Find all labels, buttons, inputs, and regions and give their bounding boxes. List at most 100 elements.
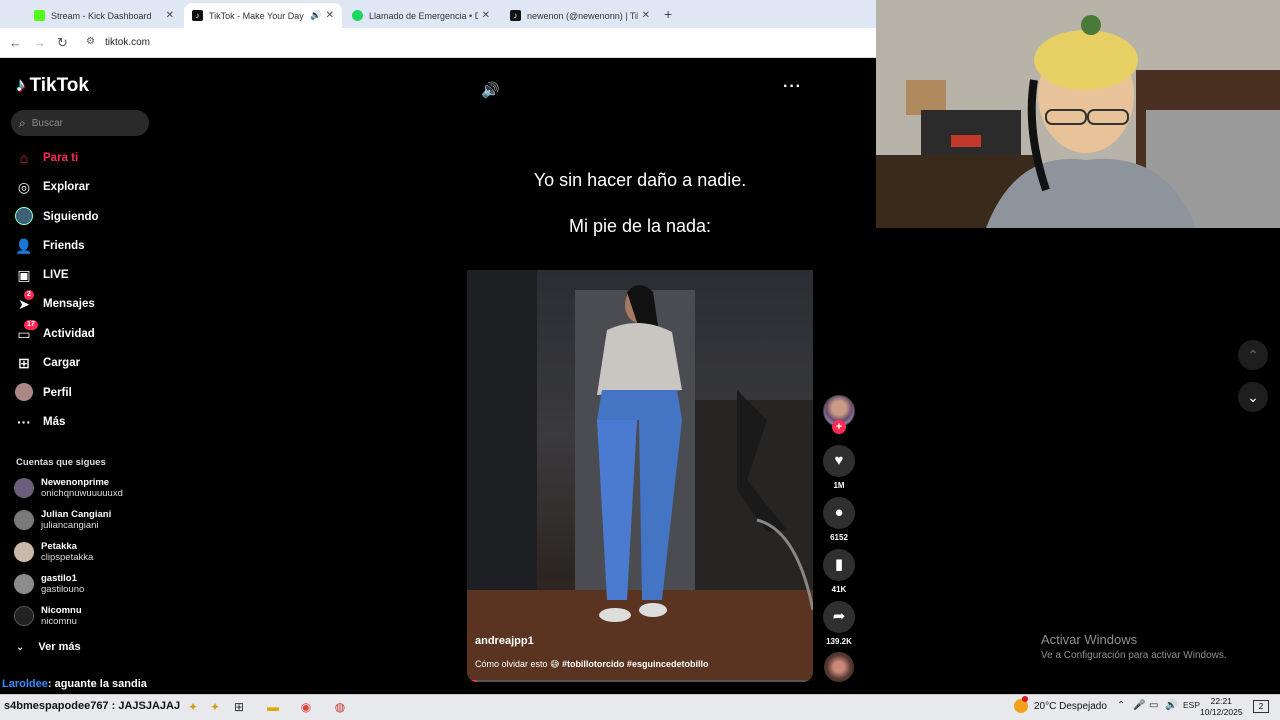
home-icon: ⌂ xyxy=(19,150,29,166)
account-name: Julian Cangiani xyxy=(41,509,112,520)
task-view-icon[interactable]: ⊞ xyxy=(230,699,248,715)
video-caption-line2: Mi pie de la nada: xyxy=(568,216,712,236)
nav-explorar[interactable]: ◎ Explorar xyxy=(14,176,90,198)
webcam-scene-illustration xyxy=(876,0,1280,228)
following-account[interactable]: Petakka clipspetakka xyxy=(14,541,93,563)
volume-icon[interactable]: 🔊 xyxy=(481,81,500,99)
progress-fill xyxy=(467,680,478,682)
nav-label: Mensajes xyxy=(43,298,95,310)
account-handle: onichqnuwuuuuuxd xyxy=(41,488,123,499)
account-handle: clipspetakka xyxy=(41,552,94,563)
weather-text: 20°C Despejado xyxy=(1034,700,1107,712)
language-indicator[interactable]: ESP xyxy=(1183,700,1200,710)
more-dots-icon: ··· xyxy=(17,414,31,430)
nav-friends[interactable]: 👤 Friends xyxy=(14,235,85,257)
close-tab-icon[interactable]: ✕ xyxy=(482,10,490,21)
nav-mensajes[interactable]: ➤ 2 Mensajes xyxy=(14,289,95,315)
nav-para-ti[interactable]: ⌂ Para ti xyxy=(14,147,78,169)
live-icon: ▣ xyxy=(17,266,31,283)
following-account[interactable]: Newenonprime onichqnuwuuuuuxd xyxy=(14,477,123,499)
nav-label: Más xyxy=(43,416,66,428)
compass-icon: ◎ xyxy=(17,178,31,195)
hashtags[interactable]: #tobillotorcido #esguincedetobillo xyxy=(562,659,709,669)
see-more-button[interactable]: ⌄ Ver más xyxy=(16,641,81,653)
avatar xyxy=(14,478,34,498)
speaker-icon[interactable]: 🔊 xyxy=(1165,700,1177,711)
forward-icon[interactable]: → xyxy=(33,35,46,50)
avatar xyxy=(14,510,34,530)
weather-widget[interactable]: 20°C Despejado xyxy=(1014,696,1107,713)
account-name: Nicomnu xyxy=(41,605,82,616)
music-disc-icon[interactable] xyxy=(824,652,854,682)
watermark-subtitle: Ve a Configuración para activar Windows. xyxy=(1041,650,1227,661)
file-explorer-icon[interactable]: ▬ xyxy=(264,699,282,715)
obs-icon[interactable]: ◍ xyxy=(331,699,349,715)
clock-date: 10/12/2025 xyxy=(1200,707,1243,717)
video-player[interactable]: Yo sin hacer daño a nadie. Mi pie de la … xyxy=(467,130,813,682)
taskbar-app-icon[interactable]: ✦ xyxy=(184,699,202,715)
nav-label: Para ti xyxy=(43,152,79,164)
following-account[interactable]: Nicomnu nicomnu xyxy=(14,605,82,627)
video-progress-bar[interactable] xyxy=(467,680,813,682)
activity-badge: 17 xyxy=(24,319,38,330)
video-author[interactable]: andreajpp1 xyxy=(475,635,534,647)
nav-live[interactable]: ▣ LIVE xyxy=(14,264,68,286)
weather-sun-icon xyxy=(1014,696,1028,713)
save-button[interactable]: ▮ xyxy=(823,549,855,581)
chat-username: Laroldee xyxy=(2,678,48,690)
close-tab-icon[interactable]: ✕ xyxy=(326,10,334,21)
close-tab-icon[interactable]: ✕ xyxy=(642,10,650,21)
share-icon: ➦ xyxy=(832,608,846,625)
account-handle: nicomnu xyxy=(41,616,77,627)
nav-actividad[interactable]: ▭ 17 Actividad xyxy=(14,319,95,345)
share-button[interactable]: ➦ xyxy=(823,601,855,633)
taskbar-app-icon[interactable]: ✦ xyxy=(206,699,224,715)
saves-count: 41K xyxy=(831,585,847,594)
follow-plus-icon[interactable]: + xyxy=(832,420,846,434)
nav-label: Perfil xyxy=(43,387,72,399)
account-name: Petakka xyxy=(41,541,77,552)
tab-title: Stream - Kick Dashboard xyxy=(51,10,152,21)
nav-mas[interactable]: ··· Más xyxy=(14,411,65,433)
kick-favicon-icon xyxy=(34,10,45,21)
reload-icon[interactable]: ↻ xyxy=(57,35,68,51)
activity-icon: ▭ 17 xyxy=(14,319,38,343)
nav-perfil[interactable]: Perfil xyxy=(14,382,72,404)
previous-video-button[interactable]: ⌃ xyxy=(1238,340,1268,370)
next-video-button[interactable]: ⌄ xyxy=(1238,382,1268,412)
nav-label: Actividad xyxy=(43,328,95,340)
stream-chat-message: Laroldee: aguante la sandia xyxy=(2,678,147,690)
search-input[interactable] xyxy=(31,117,132,129)
close-tab-icon[interactable]: ✕ xyxy=(166,10,174,21)
notification-center-icon[interactable]: 2 xyxy=(1253,700,1269,713)
chrome-icon[interactable]: ◉ xyxy=(297,699,315,715)
like-button[interactable]: ♥ xyxy=(823,445,855,477)
new-tab-icon[interactable]: + xyxy=(664,6,672,22)
tab-kick-dashboard[interactable]: Stream - Kick Dashboard ✕ xyxy=(26,3,182,28)
taskbar-clock[interactable]: 22:21 10/12/2025 xyxy=(1200,696,1243,718)
search-box[interactable]: ⌕ xyxy=(11,110,149,136)
tiktok-logo[interactable]: ♪ TikTok xyxy=(16,75,89,97)
account-handle: gastilouno xyxy=(41,584,85,595)
tab-llamado-de-emergencia[interactable]: Llamado de Emergencia • Dad ✕ xyxy=(344,3,498,28)
more-options-icon[interactable]: ··· xyxy=(783,78,802,96)
tab-tiktok-make-your-day[interactable]: ♪ TikTok - Make Your Day 🔊 ✕ xyxy=(184,3,342,28)
chat-text: : aguante la sandia xyxy=(47,678,147,690)
likes-count: 1M xyxy=(833,481,845,490)
messages-icon: ➤ 2 xyxy=(14,289,34,313)
microphone-icon[interactable]: 🎤 xyxy=(1133,700,1145,711)
following-account[interactable]: Julian Cangiani juliancangiani xyxy=(14,509,111,531)
comment-button[interactable]: ● xyxy=(823,497,855,529)
nav-label: Friends xyxy=(43,240,85,252)
tab-newenon-tiktok[interactable]: ♪ newenon (@newenonn) | TikTo ✕ xyxy=(502,3,658,28)
site-info-icon[interactable]: ⚙ xyxy=(86,36,95,47)
nav-cargar[interactable]: ⊞ Cargar xyxy=(14,352,80,374)
address-bar[interactable]: tiktok.com xyxy=(105,37,150,48)
nav-siguiendo[interactable]: Siguiendo xyxy=(14,206,99,228)
network-icon[interactable]: ▭ xyxy=(1149,700,1158,711)
following-account[interactable]: gastilo1 gastilouno xyxy=(14,573,84,595)
back-icon[interactable]: ← xyxy=(9,35,22,50)
show-hidden-icons-icon[interactable]: ⌃ xyxy=(1117,700,1125,711)
chevron-down-icon: ⌄ xyxy=(1247,389,1259,405)
tab-audio-icon[interactable]: 🔊 xyxy=(310,10,321,21)
